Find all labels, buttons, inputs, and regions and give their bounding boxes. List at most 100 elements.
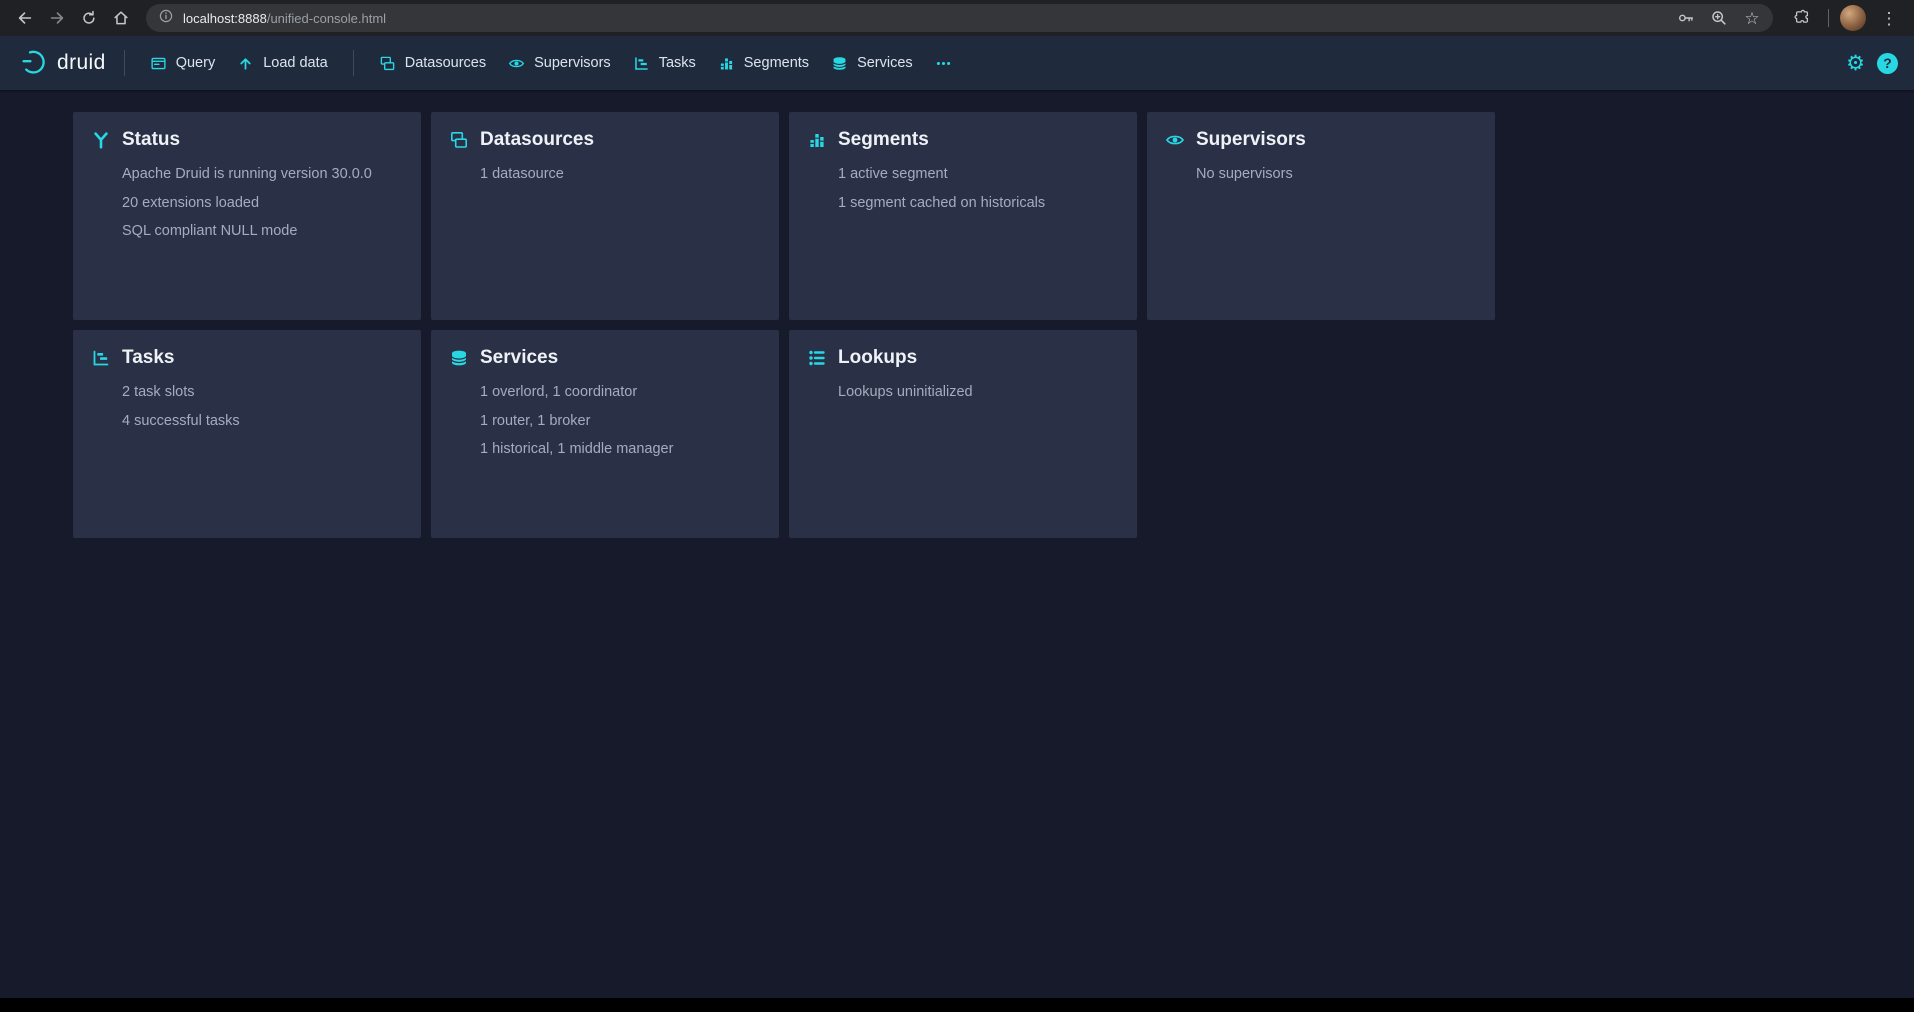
status-icon	[91, 130, 111, 150]
card-title: Segments	[838, 129, 929, 151]
nav-label: Query	[176, 55, 216, 71]
card-header: Segments	[807, 129, 1119, 151]
browser-back-button[interactable]	[10, 3, 40, 33]
nav-label: Supervisors	[534, 55, 611, 71]
nav-label: Load data	[263, 55, 328, 71]
bookmark-button[interactable]: ☆	[1737, 3, 1767, 33]
home-view: Status Apache Druid is running version 3…	[0, 90, 1914, 998]
url-host: localhost:8888	[183, 11, 267, 26]
url-text: localhost:8888/unified-console.html	[183, 11, 1662, 26]
nav-supervisors[interactable]: Supervisors	[497, 45, 622, 81]
browser-home-button[interactable]	[106, 3, 136, 33]
help-button[interactable]: ?	[1877, 53, 1898, 74]
browser-toolbar: localhost:8888/unified-console.html ☆ ⋮	[0, 0, 1914, 36]
nav-label: Services	[857, 55, 913, 71]
extensions-button[interactable]	[1787, 3, 1817, 33]
bottom-black-strip	[0, 998, 1914, 1012]
navbar-right: ⚙ ?	[1846, 53, 1898, 74]
card-segments[interactable]: Segments 1 active segment 1 segment cach…	[789, 112, 1137, 320]
druid-navbar: druid Query Load data Datasources Superv…	[0, 36, 1914, 90]
address-bar[interactable]: localhost:8888/unified-console.html ☆	[146, 4, 1773, 32]
card-line: 4 successful tasks	[122, 407, 403, 436]
datasources-icon	[449, 130, 469, 150]
datasources-icon	[379, 55, 396, 72]
card-line: SQL compliant NULL mode	[122, 217, 403, 246]
lookups-icon	[807, 348, 827, 368]
help-icon: ?	[1883, 55, 1892, 71]
omnibox-actions: ☆	[1671, 3, 1767, 33]
card-title: Services	[480, 347, 558, 369]
card-header: Services	[449, 347, 761, 369]
browser-forward-button[interactable]	[42, 3, 72, 33]
card-header: Tasks	[91, 347, 403, 369]
forward-icon	[48, 9, 66, 27]
card-line: 1 historical, 1 middle manager	[480, 435, 761, 464]
back-icon	[16, 9, 34, 27]
star-icon: ☆	[1744, 10, 1759, 27]
nav-label: Segments	[744, 55, 809, 71]
card-line: 1 active segment	[838, 160, 1119, 189]
nav-load-data[interactable]: Load data	[226, 45, 339, 81]
card-line: 1 datasource	[480, 160, 761, 189]
card-datasources[interactable]: Datasources 1 datasource	[431, 112, 779, 320]
tasks-icon	[91, 348, 111, 368]
nav-label: Datasources	[405, 55, 486, 71]
segments-icon	[718, 55, 735, 72]
card-status[interactable]: Status Apache Druid is running version 3…	[73, 112, 421, 320]
druid-logo-button[interactable]: druid	[16, 48, 110, 79]
card-supervisors[interactable]: Supervisors No supervisors	[1147, 112, 1495, 320]
card-services[interactable]: Services 1 overlord, 1 coordinator 1 rou…	[431, 330, 779, 538]
page-info-icon[interactable]	[158, 8, 174, 29]
card-line: Apache Druid is running version 30.0.0	[122, 160, 403, 189]
card-line: 1 overlord, 1 coordinator	[480, 378, 761, 407]
toolbar-divider	[1828, 9, 1829, 27]
home-icon	[112, 9, 130, 27]
settings-button[interactable]: ⚙	[1846, 53, 1865, 74]
nav-tasks[interactable]: Tasks	[622, 45, 707, 81]
navbar-divider	[124, 50, 125, 76]
card-line: 1 router, 1 broker	[480, 407, 761, 436]
reload-icon	[80, 9, 98, 27]
more-icon	[935, 55, 952, 72]
supervisors-icon	[508, 55, 525, 72]
card-lookups[interactable]: Lookups Lookups uninitialized	[789, 330, 1137, 538]
browser-reload-button[interactable]	[74, 3, 104, 33]
druid-logo-icon	[20, 48, 48, 79]
card-tasks[interactable]: Tasks 2 task slots 4 successful tasks	[73, 330, 421, 538]
nav-services[interactable]: Services	[820, 45, 924, 81]
nav-datasources[interactable]: Datasources	[368, 45, 497, 81]
card-line: Lookups uninitialized	[838, 378, 1119, 407]
nav-query[interactable]: Query	[139, 45, 227, 81]
card-line: 1 segment cached on historicals	[838, 189, 1119, 218]
browser-actions: ⋮	[1783, 3, 1904, 33]
services-icon	[449, 348, 469, 368]
gear-icon: ⚙	[1846, 52, 1865, 75]
segments-icon	[807, 130, 827, 150]
card-header: Datasources	[449, 129, 761, 151]
card-line: 20 extensions loaded	[122, 189, 403, 218]
card-title: Lookups	[838, 347, 917, 369]
card-header: Supervisors	[1165, 129, 1477, 151]
card-line: 2 task slots	[122, 378, 403, 407]
key-icon	[1677, 9, 1695, 27]
password-manager-button[interactable]	[1671, 3, 1701, 33]
profile-avatar[interactable]	[1840, 5, 1866, 31]
tasks-icon	[633, 55, 650, 72]
puzzle-icon	[1793, 9, 1811, 27]
query-icon	[150, 55, 167, 72]
navbar-divider	[353, 50, 354, 76]
card-title: Status	[122, 129, 180, 151]
zoom-button[interactable]	[1704, 3, 1734, 33]
services-icon	[831, 55, 848, 72]
nav-more-menu[interactable]	[924, 45, 963, 81]
card-line: No supervisors	[1196, 160, 1477, 189]
supervisors-icon	[1165, 130, 1185, 150]
card-grid: Status Apache Druid is running version 3…	[73, 112, 1914, 538]
browser-menu-button[interactable]: ⋮	[1874, 3, 1904, 33]
nav-segments[interactable]: Segments	[707, 45, 820, 81]
url-path: /unified-console.html	[267, 11, 386, 26]
card-title: Tasks	[122, 347, 174, 369]
brand-wordmark: druid	[57, 51, 106, 75]
card-header: Status	[91, 129, 403, 151]
kebab-menu-icon: ⋮	[1881, 10, 1898, 27]
